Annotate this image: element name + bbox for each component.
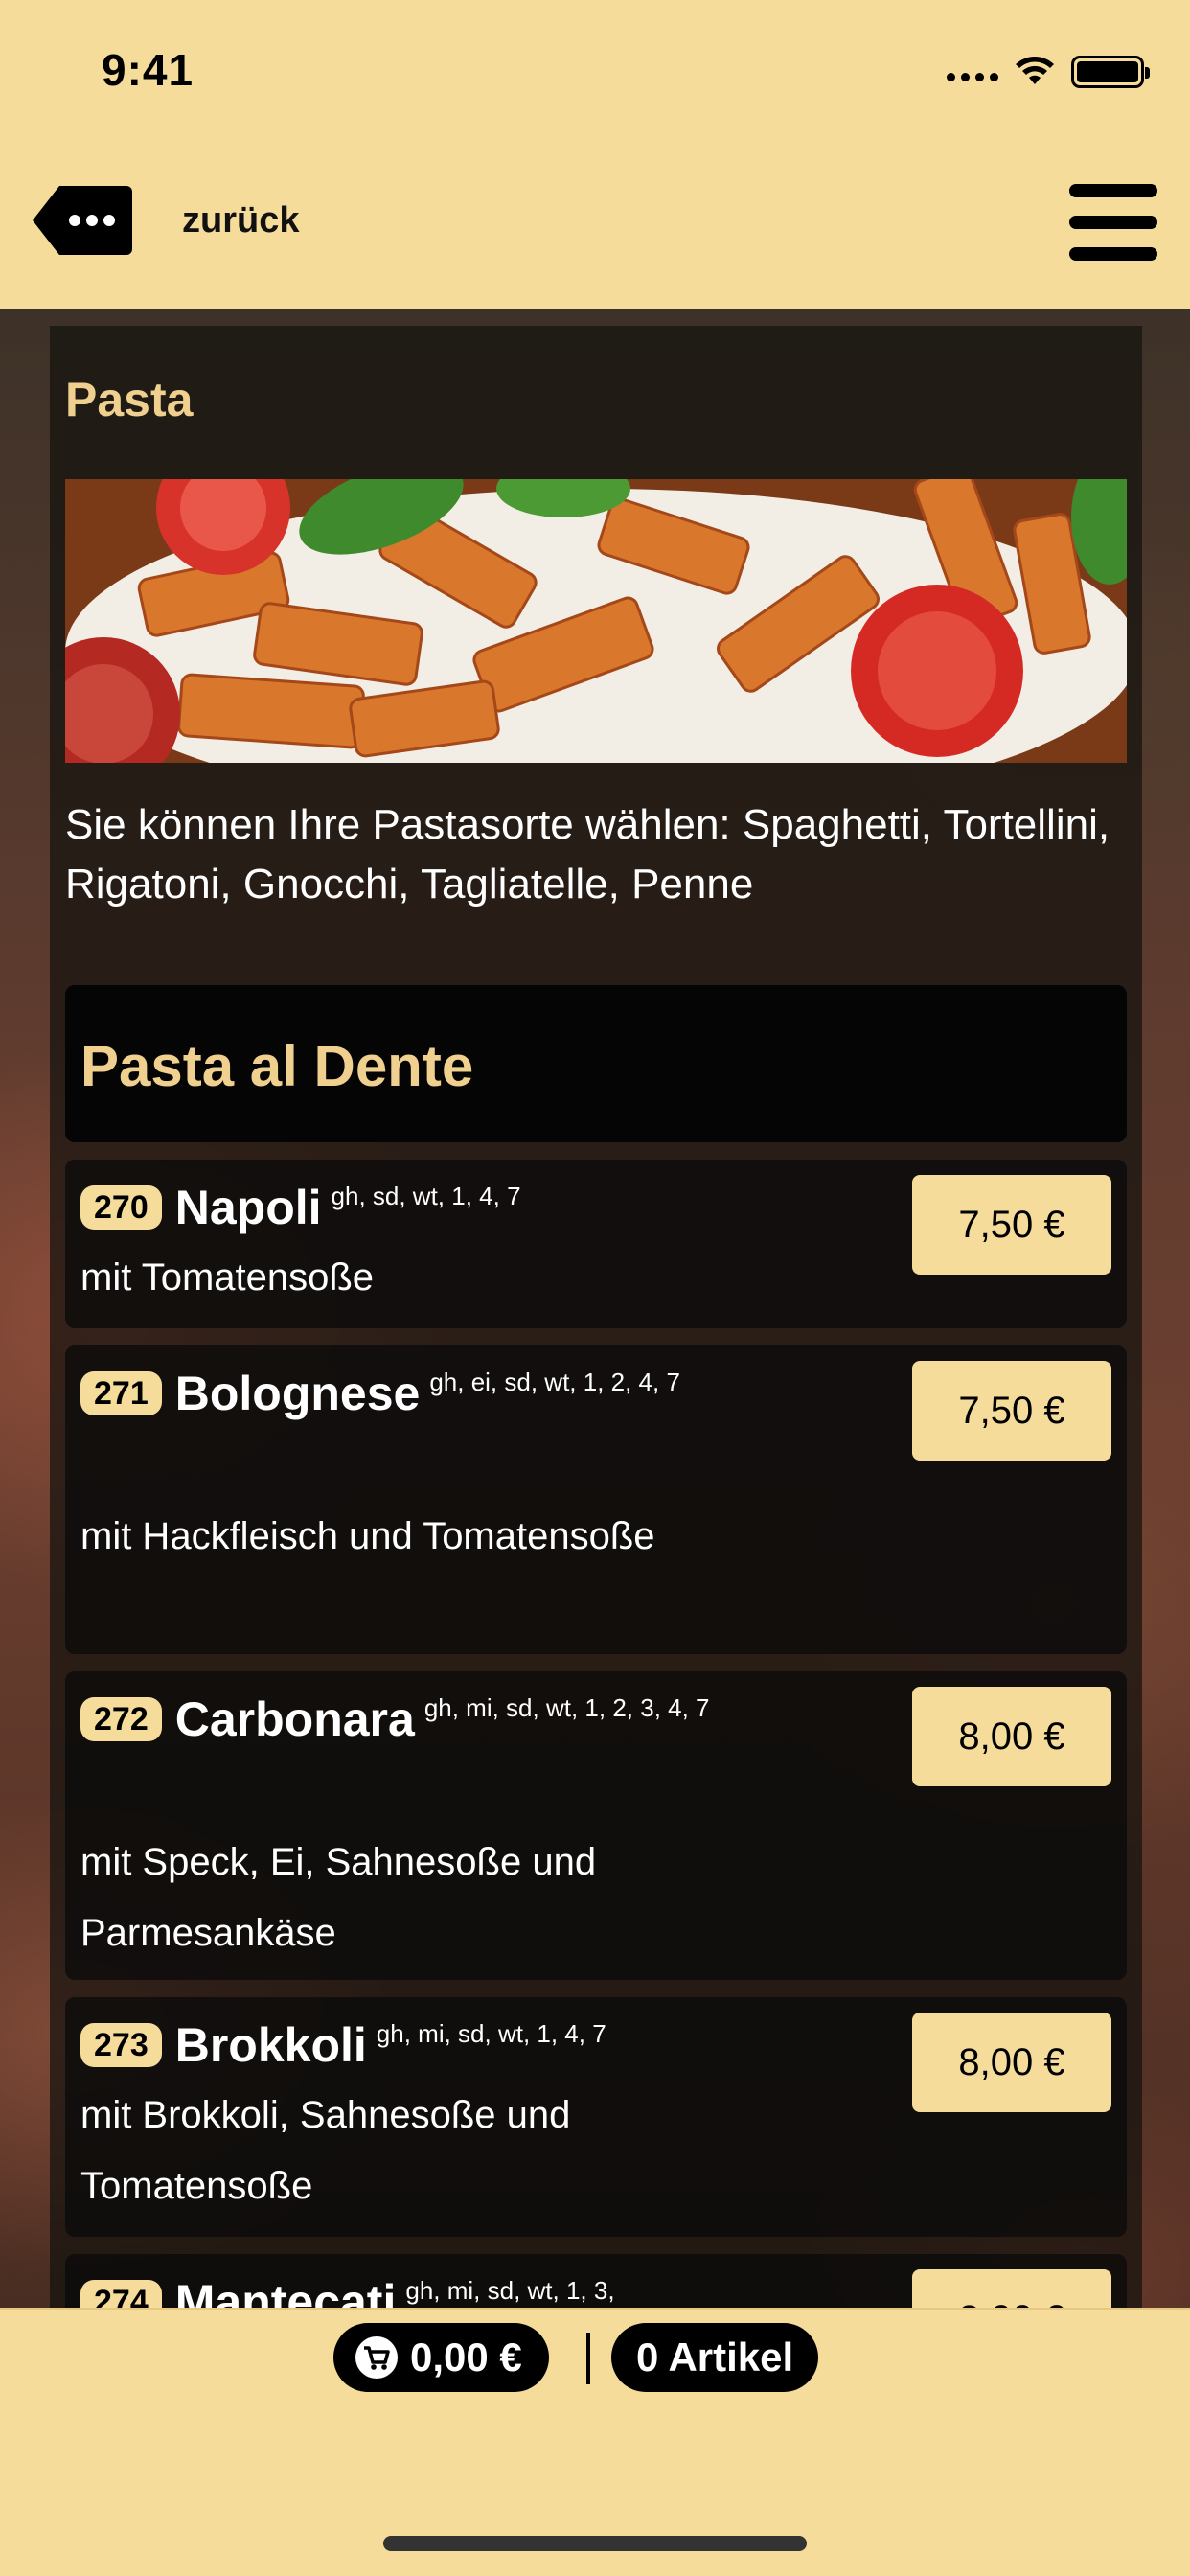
item-allergens: gh, mi, sd, wt, 1, 4, 7 — [376, 2019, 606, 2048]
battery-icon — [1071, 56, 1150, 88]
item-allergens: gh, mi, sd, wt, 1, 2, 3, 4, 7 — [423, 1693, 710, 1722]
item-number-badge: 272 — [80, 1697, 162, 1741]
item-heading: 272 Carbonara gh, mi, sd, wt, 1, 2, 3, 4, … — [80, 1690, 732, 1760]
hamburger-menu-icon[interactable] — [1069, 184, 1157, 261]
item-name: Mantecati — [174, 2275, 397, 2308]
category-title: Pasta al Dente — [80, 1034, 474, 1098]
cart-total-button[interactable]: 0,00 € — [333, 2323, 549, 2392]
section-description: Sie können Ihre Pastasorte wählen: Spagh… — [65, 801, 1110, 908]
item-description: mit Speck, Ei, Sahnesoße und Parmesankäs… — [80, 1841, 597, 1954]
pasta-hero-image — [65, 479, 1127, 763]
section-title: Pasta — [65, 373, 194, 426]
wifi-icon — [1016, 57, 1054, 84]
menu-item[interactable]: 274 Mantecati gh, mi, sd, wt, 1, 3, 8,00 € — [65, 2254, 1127, 2308]
item-heading: 270 Napoli gh, sd, wt, 1, 4, 7 — [80, 1179, 732, 1248]
back-label: zurück — [182, 199, 300, 241]
cart-article-count: 0 Artikel — [636, 2334, 794, 2380]
price-button[interactable]: 7,50 € — [912, 1361, 1111, 1460]
cart-icon — [355, 2336, 398, 2379]
item-name: Brokkoli — [174, 2018, 367, 2072]
price-button[interactable]: 7,50 € — [912, 1175, 1111, 1275]
menu-item[interactable]: 272 Carbonara gh, mi, sd, wt, 1, 2, 3, 4, … — [65, 1671, 1127, 1980]
menu-item[interactable]: 271 Bolognese gh, ei, sd, wt, 1, 2, 4, 7 m… — [65, 1346, 1127, 1654]
item-heading: 271 Bolognese gh, ei, sd, wt, 1, 2, 4, 7 — [80, 1365, 732, 1434]
content-background: Pasta Sie können Ihre Pastasorte wählen:… — [0, 309, 1190, 2308]
price-button[interactable]: 8,00 € — [912, 2269, 1111, 2308]
menu-panel: Pasta Sie können Ihre Pastasorte wählen:… — [50, 326, 1142, 2308]
back-button[interactable]: zurück — [31, 182, 299, 259]
item-description: mit Hackfleisch und Tomatensoße — [80, 1515, 655, 1557]
item-description: mit Tomatensoße — [80, 1256, 375, 1299]
item-number-badge: 273 — [80, 2023, 162, 2067]
cart-articles-button[interactable]: 0 Artikel — [611, 2323, 819, 2392]
item-allergens: gh, ei, sd, wt, 1, 2, 4, 7 — [429, 1368, 680, 1396]
item-number-badge: 274 — [80, 2280, 162, 2308]
item-name: Napoli — [174, 1181, 322, 1234]
status-bar: 9:41 — [0, 0, 1190, 144]
back-tag-icon — [33, 186, 132, 255]
menu-item[interactable]: 273 Brokkoli gh, mi, sd, wt, 1, 4, 7 mit B… — [65, 1997, 1127, 2237]
item-description: mit Brokkoli, Sahnesoße und Tomatensoße — [80, 2094, 571, 2207]
home-indicator[interactable] — [383, 2536, 807, 2551]
item-allergens: gh, mi, sd, wt, 1, 3, — [405, 2276, 615, 2305]
item-name: Carbonara — [174, 1692, 415, 1746]
item-number-badge: 271 — [80, 1371, 162, 1415]
menu-item[interactable]: 270 Napoli gh, sd, wt, 1, 4, 7 mit Tomaten… — [65, 1160, 1127, 1328]
price-button[interactable]: 8,00 € — [912, 2012, 1111, 2112]
status-time: 9:41 — [102, 45, 195, 95]
nav-bar: zurück — [0, 144, 1190, 309]
item-number-badge: 270 — [80, 1185, 162, 1230]
category-header: Pasta al Dente — [65, 985, 1127, 1142]
divider — [586, 2333, 590, 2384]
item-heading: 274 Mantecati gh, mi, sd, wt, 1, 3, — [80, 2273, 732, 2308]
pasta-illustration — [65, 479, 1127, 763]
cellular-signal-icon — [947, 62, 998, 81]
price-button[interactable]: 8,00 € — [912, 1687, 1111, 1786]
item-name: Bolognese — [174, 1367, 421, 1420]
item-allergens: gh, sd, wt, 1, 4, 7 — [331, 1182, 521, 1210]
item-heading: 273 Brokkoli gh, mi, sd, wt, 1, 4, 7 — [80, 2016, 732, 2085]
cart-total: 0,00 € — [410, 2334, 522, 2380]
status-icons — [947, 56, 1150, 88]
